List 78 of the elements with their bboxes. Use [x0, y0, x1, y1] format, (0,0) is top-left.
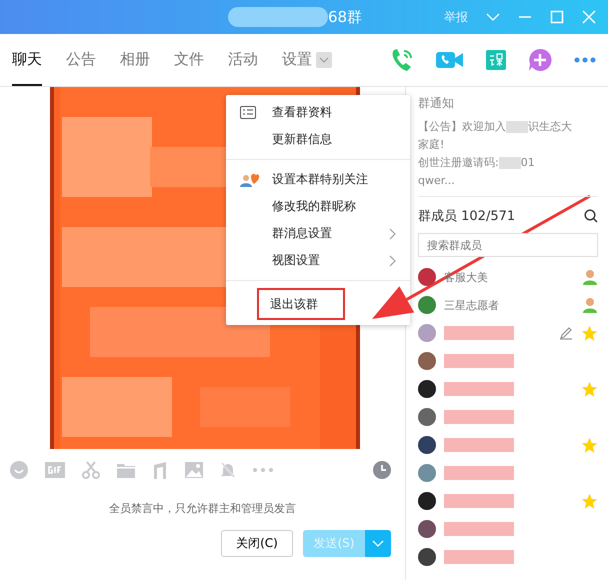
avatar	[418, 492, 436, 510]
redacted-text	[498, 157, 521, 169]
avatar	[418, 296, 436, 314]
emoji-icon[interactable]	[10, 461, 28, 479]
clock-icon[interactable]	[373, 461, 391, 479]
music-icon[interactable]	[152, 461, 168, 479]
avatar	[418, 464, 436, 482]
scissors-icon[interactable]	[82, 461, 100, 479]
video-call-icon[interactable]	[436, 50, 464, 70]
folder-icon[interactable]	[117, 462, 135, 478]
tab[interactable]: 活动	[228, 34, 258, 86]
close-button[interactable]: 关闭(C)	[221, 530, 293, 557]
avatar	[418, 352, 436, 370]
tab[interactable]: 文件	[174, 34, 204, 86]
search-icon[interactable]	[584, 209, 598, 223]
menu-item[interactable]: 更新群信息	[226, 126, 410, 153]
avatar	[418, 548, 436, 566]
star-icon	[581, 436, 598, 454]
redacted-name	[444, 438, 514, 452]
avatar	[418, 408, 436, 426]
notice-text: 创世注册邀请码:	[418, 155, 499, 171]
notice-text: 01	[520, 155, 535, 171]
send-options-button[interactable]	[365, 530, 391, 557]
avatar	[418, 324, 436, 342]
plus-icon[interactable]	[528, 48, 552, 72]
person-heart-icon	[240, 172, 260, 186]
chevron-down-icon[interactable]	[486, 12, 500, 22]
notice-text: 家庭!	[418, 137, 444, 153]
notice-text: qwer...	[418, 173, 455, 189]
tab[interactable]: 公告	[66, 34, 96, 86]
tab[interactable]: 聊天	[12, 34, 42, 86]
notice-text: 识生态大	[528, 119, 572, 135]
tab[interactable]: 设置	[282, 34, 312, 86]
redacted-name	[444, 522, 514, 536]
redacted-text	[506, 121, 528, 133]
redacted-name	[444, 466, 514, 480]
gif-icon[interactable]	[45, 462, 65, 478]
more-icon[interactable]	[574, 57, 596, 63]
pencil-icon[interactable]	[559, 326, 573, 340]
menu-item[interactable]: 群消息设置	[226, 220, 410, 247]
maximize-icon[interactable]	[550, 10, 564, 24]
notice-heading: 群通知	[418, 95, 455, 112]
menu-item[interactable]: 查看群资料	[226, 99, 410, 126]
tab[interactable]: 相册	[120, 34, 150, 86]
card-icon	[240, 106, 256, 119]
star-icon	[581, 380, 598, 398]
star-icon	[581, 324, 598, 342]
close-icon[interactable]	[582, 10, 596, 24]
more-icon[interactable]	[253, 468, 273, 472]
menu-item[interactable]: 视图设置	[226, 247, 410, 274]
avatar	[418, 380, 436, 398]
image-icon[interactable]	[185, 462, 203, 478]
course-icon[interactable]	[486, 50, 506, 70]
avatar	[418, 520, 436, 538]
caret-icon	[372, 540, 384, 548]
person-icon	[582, 269, 598, 285]
member-search-field[interactable]: 搜索群成员	[418, 233, 598, 257]
members-heading: 群成员 102/571	[418, 208, 516, 225]
redacted-name	[444, 354, 514, 368]
redacted-name	[444, 494, 514, 508]
menu-item[interactable]: 退出该群	[256, 287, 346, 321]
redacted-name	[444, 382, 514, 396]
window-title: 68群	[328, 8, 362, 26]
menu-item[interactable]: 设置本群特别关注	[226, 166, 410, 193]
redacted-name	[444, 550, 514, 564]
person-icon	[582, 297, 598, 313]
phone-icon[interactable]	[390, 47, 414, 73]
star-icon	[581, 492, 598, 510]
notice-text: 【公告】欢迎加入	[418, 119, 506, 135]
member-name[interactable]: 三星志愿者	[444, 298, 574, 312]
menu-item[interactable]: 修改我的群昵称	[226, 193, 410, 220]
mute-bell-icon[interactable]	[220, 461, 236, 479]
mute-notice: 全员禁言中，只允许群主和管理员发言	[108, 501, 297, 516]
dropdown-icon[interactable]	[316, 52, 332, 68]
avatar	[418, 268, 436, 286]
redacted-name	[444, 326, 514, 340]
avatar	[418, 436, 436, 454]
redacted-name	[444, 410, 514, 424]
